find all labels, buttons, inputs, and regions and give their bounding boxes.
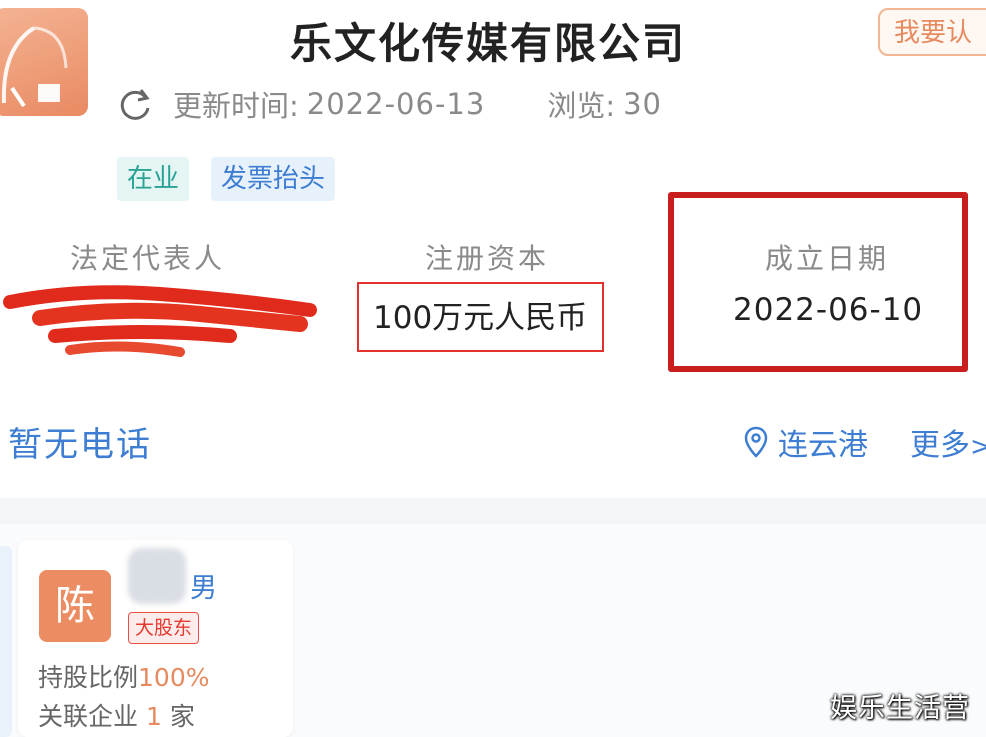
views-value: 30 bbox=[623, 87, 663, 121]
refresh-icon[interactable] bbox=[115, 84, 155, 124]
related-companies-row[interactable]: 关联企业 1 家 bbox=[38, 697, 195, 733]
capital-highlight-box bbox=[357, 282, 604, 352]
views-label: 浏览: bbox=[547, 89, 616, 123]
section-divider bbox=[0, 498, 986, 524]
status-badge: 在业 bbox=[117, 157, 190, 201]
claim-company-button[interactable]: 我要认 bbox=[878, 8, 986, 56]
related-companies-count: 1 bbox=[145, 702, 162, 731]
previous-card-edge bbox=[0, 546, 12, 737]
share-ratio-row: 持股比例100% bbox=[38, 658, 210, 694]
founded-highlight-box bbox=[668, 192, 968, 372]
more-text: 更多 bbox=[910, 428, 970, 463]
shareholder-avatar: 陈 bbox=[39, 570, 111, 642]
company-name: 乐文化传媒有限公司 bbox=[290, 19, 687, 68]
related-companies-label: 关联企业 bbox=[38, 702, 139, 731]
invoice-title-tag[interactable]: 发票抬头 bbox=[211, 157, 336, 201]
share-ratio-label: 持股比例 bbox=[38, 663, 139, 692]
chevron-right-icon: > bbox=[970, 432, 986, 462]
shareholder-gender: 男 bbox=[190, 573, 217, 604]
legal-rep-label: 法定代表人 bbox=[70, 242, 226, 275]
share-ratio-value: 100% bbox=[138, 663, 210, 692]
more-link[interactable]: 更多> bbox=[910, 420, 986, 464]
capital-label: 注册资本 bbox=[425, 242, 550, 275]
updated-label: 更新时间: bbox=[173, 89, 299, 123]
meta-row: 更新时间: 2022-06-13 浏览: 30 bbox=[115, 84, 724, 124]
location-link[interactable]: 连云港 bbox=[744, 420, 868, 464]
company-logo bbox=[0, 8, 88, 116]
major-shareholder-badge: 大股东 bbox=[128, 612, 200, 644]
watermark-text: 娱乐生活营 bbox=[830, 693, 970, 724]
updated-value: 2022-06-13 bbox=[306, 87, 486, 121]
phone-status[interactable]: 暂无电话 bbox=[8, 417, 152, 466]
location-text: 连云港 bbox=[778, 428, 868, 463]
location-pin-icon bbox=[744, 426, 768, 458]
shareholder-name-blurred bbox=[128, 548, 186, 604]
related-companies-unit: 家 bbox=[169, 702, 195, 731]
redaction-scribble bbox=[3, 285, 317, 357]
